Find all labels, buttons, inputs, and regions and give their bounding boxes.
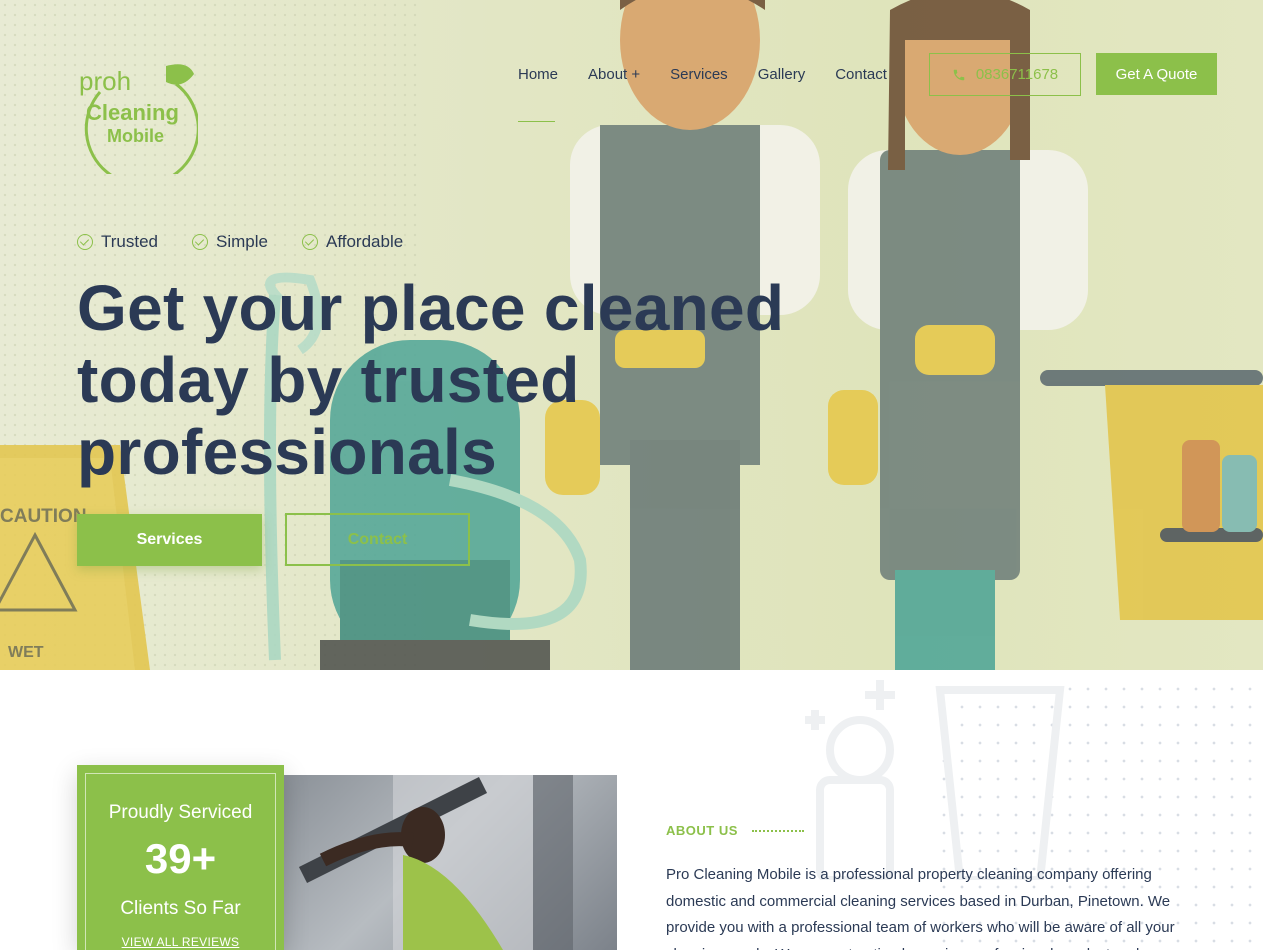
feature-affordable: Affordable	[301, 232, 403, 252]
feature-trusted: Trusted	[77, 232, 158, 252]
phone-button[interactable]: 0836711678	[929, 53, 1081, 96]
stat-label-top: Proudly Serviced	[108, 802, 253, 823]
nav-about[interactable]: About +	[588, 64, 640, 86]
nav-gallery[interactable]: Gallery	[758, 64, 806, 86]
contact-button[interactable]: Contact	[285, 513, 470, 566]
nav-services[interactable]: Services	[670, 64, 728, 86]
hero-headline: Get your place cleaned today by trusted …	[77, 272, 785, 488]
phone-number: 0836711678	[975, 66, 1059, 83]
phone-icon	[953, 69, 965, 80]
pro-cleaning-mobile-logo[interactable]: proh Cleaning Mobile	[76, 52, 198, 174]
logo-word-mobile: Mobile	[107, 126, 164, 146]
stat-number: 39+	[144, 835, 217, 882]
check-circle-icon	[192, 234, 209, 250]
feature-list: Trusted Simple Affordable	[77, 232, 403, 252]
services-button[interactable]: Services	[77, 514, 262, 566]
cleaning-bucket-icon	[805, 680, 1065, 880]
dotted-divider	[751, 829, 804, 832]
feature-simple: Simple	[192, 232, 268, 252]
nav-contact[interactable]: Contact	[835, 64, 887, 86]
nav-home[interactable]: Home	[518, 64, 558, 122]
get-quote-button[interactable]: Get A Quote	[1096, 53, 1217, 95]
main-nav: Home About + Services Gallery Contact	[518, 64, 917, 122]
view-all-reviews-link[interactable]: VIEW ALL REVIEWS	[77, 935, 284, 949]
svg-text:WET: WET	[8, 644, 44, 661]
logo-word-proh: proh	[79, 66, 131, 96]
female-cleaner	[828, 0, 1088, 670]
logo-word-cleaning: Cleaning	[86, 100, 179, 125]
cleaning-cart	[1040, 370, 1263, 620]
about-us-label: ABOUT US	[666, 823, 804, 838]
about-us-text: Pro Cleaning Mobile is a professional pr…	[666, 866, 1175, 950]
check-circle-icon	[301, 234, 318, 250]
worker-photo	[283, 775, 617, 950]
check-circle-icon	[77, 234, 93, 250]
stat-label-bottom: Clients So Far	[120, 898, 241, 919]
clients-stat-card: Proudly Serviced 39+ Clients So Far VIEW…	[77, 765, 284, 950]
svg-text:CAUTION: CAUTION	[0, 506, 87, 527]
hero-section: CAUTION WET proh Cleaning Mobile Home Ab…	[0, 0, 1263, 670]
